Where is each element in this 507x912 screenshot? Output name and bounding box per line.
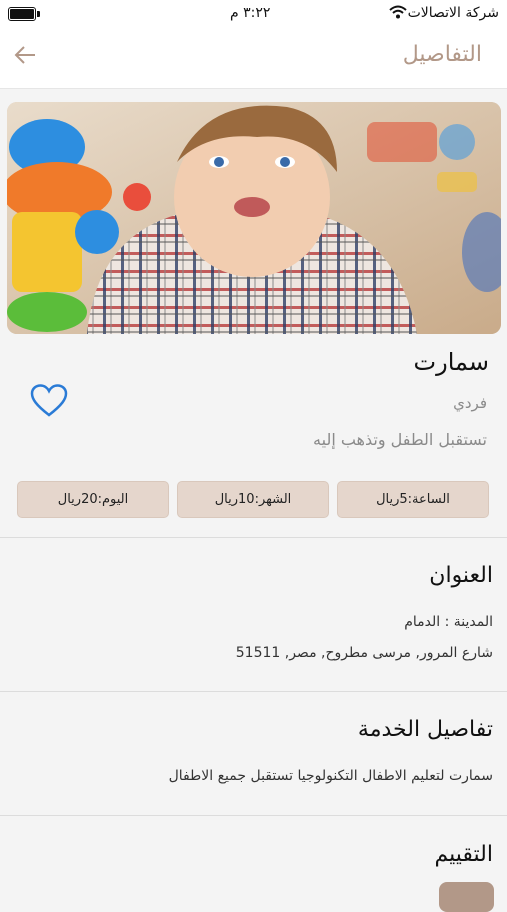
service-text: سمارت لتعليم الاطفال التكنولوجيا تستقبل … xyxy=(168,768,493,784)
divider xyxy=(0,691,507,692)
rating-title: التقييم xyxy=(434,842,493,867)
price-options: الساعة:5ريال الشهر:10ريال اليوم:20ريال xyxy=(17,481,489,518)
rate-button[interactable] xyxy=(439,882,494,912)
divider xyxy=(0,815,507,816)
carrier-label: شركة الاتصالات xyxy=(407,5,499,21)
provider-name: سمارت xyxy=(413,348,489,376)
price-hourly[interactable]: الساعة:5ريال xyxy=(337,481,489,518)
nav-bar: التفاصيل xyxy=(0,28,507,89)
service-title: تفاصيل الخدمة xyxy=(357,717,493,742)
page-title: التفاصيل xyxy=(402,42,482,67)
address-title: العنوان xyxy=(429,563,493,588)
provider-type: فردي xyxy=(453,394,487,412)
back-button[interactable] xyxy=(10,42,40,72)
heart-outline-icon xyxy=(30,384,68,422)
arrow-left-icon xyxy=(13,46,37,68)
provider-image xyxy=(7,102,501,334)
price-monthly[interactable]: الشهر:10ريال xyxy=(177,481,329,518)
price-daily[interactable]: اليوم:20ريال xyxy=(17,481,169,518)
wifi-icon xyxy=(389,4,407,23)
favorite-button[interactable] xyxy=(30,384,68,420)
status-bar: شركة الاتصالات ٣:٢٢ م xyxy=(0,0,507,28)
battery-icon xyxy=(8,7,40,21)
address-city: المدينة : الدمام xyxy=(404,614,493,630)
clock-label: ٣:٢٢ م xyxy=(230,5,271,21)
provider-description: تستقبل الطفل وتذهب إليه xyxy=(313,430,487,449)
divider xyxy=(0,537,507,538)
address-street: شارع المرور, مرسى مطروح, مصر, 51511 xyxy=(235,645,493,661)
